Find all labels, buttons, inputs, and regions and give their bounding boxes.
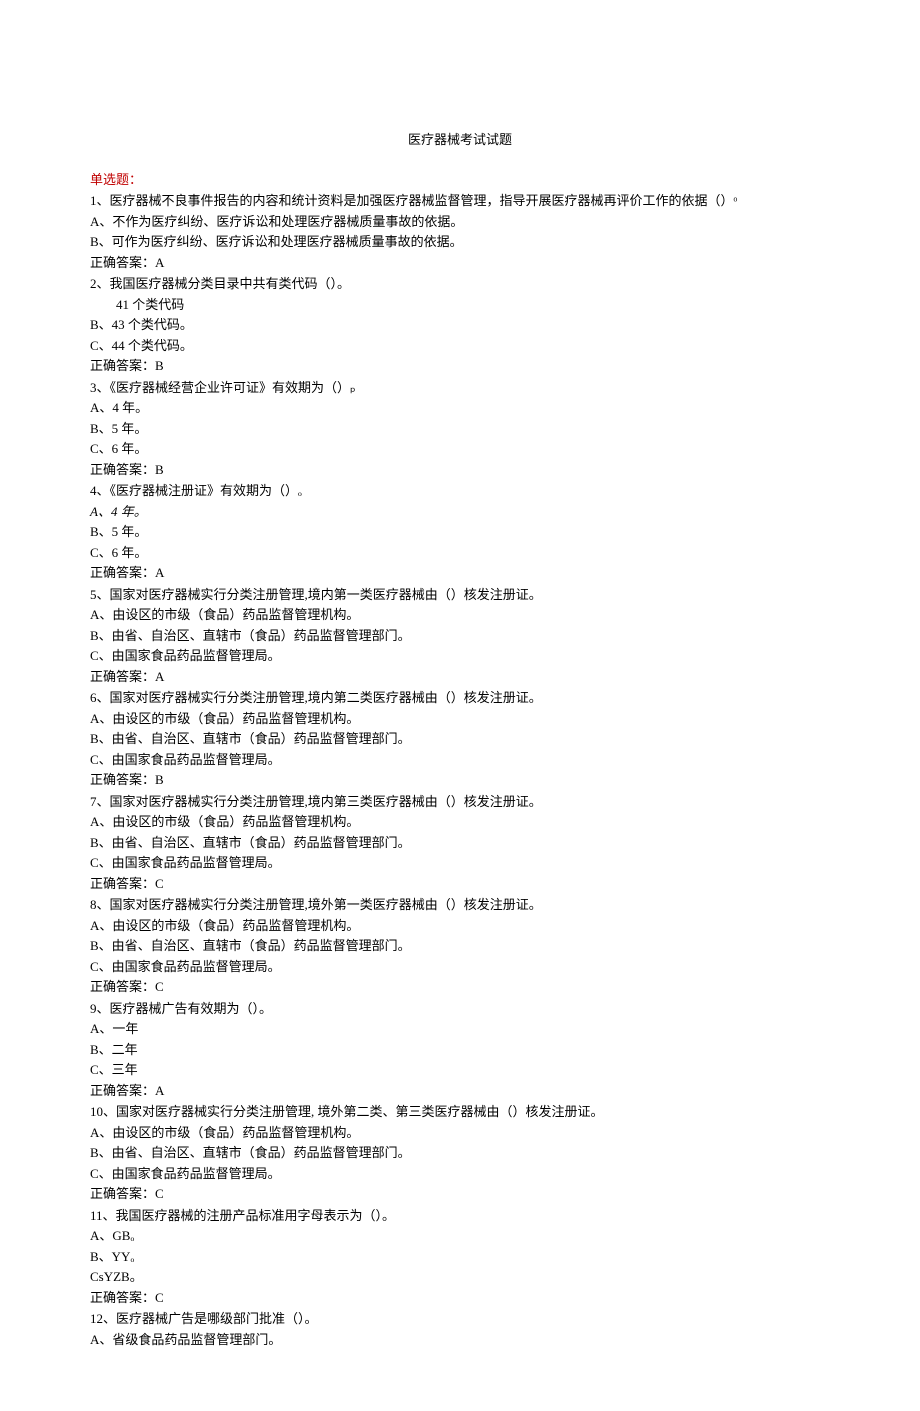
question-block: 5、国家对医疗器械实行分类注册管理,境内第一类医疗器械由（）核发注册证。A、由设… <box>90 585 830 687</box>
option-text: A、4 年。 <box>90 502 830 522</box>
question-text: 7、国家对医疗器械实行分类注册管理,境内第三类医疗器械由（）核发注册证。 <box>90 792 830 812</box>
option-text: B、43 个类代码。 <box>90 315 830 335</box>
answer-text: 正确答案：B <box>90 356 830 376</box>
answer-text: 正确答案：C <box>90 874 830 894</box>
question-block: 9、医疗器械广告有效期为（）。A、一年B、二年C、三年正确答案：A <box>90 999 830 1101</box>
option-text: C、由国家食品药品监督管理局。 <box>90 646 830 666</box>
answer-text: 正确答案：A <box>90 563 830 583</box>
question-text: 1、医疗器械不良事件报告的内容和统计资料是加强医疗器械监督管理，指导开展医疗器械… <box>90 191 830 211</box>
option-text: A、由设区的市级（食品）药品监督管理机构。 <box>90 916 830 936</box>
question-text: 5、国家对医疗器械实行分类注册管理,境内第一类医疗器械由（）核发注册证。 <box>90 585 830 605</box>
answer-text: 正确答案：A <box>90 667 830 687</box>
question-block: 6、国家对医疗器械实行分类注册管理,境内第二类医疗器械由（）核发注册证。A、由设… <box>90 688 830 790</box>
document-title: 医疗器械考试试题 <box>90 130 830 150</box>
option-text: A、由设区的市级（食品）药品监督管理机构。 <box>90 812 830 832</box>
question-text: 8、国家对医疗器械实行分类注册管理,境外第一类医疗器械由（）核发注册证。 <box>90 895 830 915</box>
option-text: B、由省、自治区、直辖市（食品）药品监督管理部门。 <box>90 936 830 956</box>
answer-text: 正确答案：B <box>90 460 830 480</box>
answer-text: 正确答案：A <box>90 1081 830 1101</box>
option-text: A、一年 <box>90 1019 830 1039</box>
option-text: 41 个类代码 <box>90 295 830 315</box>
answer-text: 正确答案：C <box>90 1184 830 1204</box>
option-text: C、由国家食品药品监督管理局。 <box>90 853 830 873</box>
option-text: C、44 个类代码。 <box>90 336 830 356</box>
option-text: A、由设区的市级（食品）药品监督管理机构。 <box>90 605 830 625</box>
option-text: B、5 年。 <box>90 522 830 542</box>
option-text: C、6 年。 <box>90 439 830 459</box>
question-text: 9、医疗器械广告有效期为（）。 <box>90 999 830 1019</box>
answer-text: 正确答案：B <box>90 770 830 790</box>
question-block: 10、国家对医疗器械实行分类注册管理, 境外第二类、第三类医疗器械由（）核发注册… <box>90 1102 830 1204</box>
section-header: 单选题： <box>90 170 830 190</box>
option-text: C、三年 <box>90 1060 830 1080</box>
question-text: 2、我国医疗器械分类目录中共有类代码（）。 <box>90 274 830 294</box>
option-text: B、由省、自治区、直辖市（食品）药品监督管理部门。 <box>90 1143 830 1163</box>
option-text: B、可作为医疗纠纷、医疗诉讼和处理医疗器械质量事故的依据。 <box>90 232 830 252</box>
option-text: A、4 年。 <box>90 398 830 418</box>
question-block: 11、我国医疗器械的注册产品标准用字母表示为（）。A、GBₒB、YYₒCsYZB… <box>90 1206 830 1308</box>
option-text: C、由国家食品药品监督管理局。 <box>90 750 830 770</box>
option-text: C、由国家食品药品监督管理局。 <box>90 1164 830 1184</box>
option-text: CsYZB。 <box>90 1267 830 1287</box>
question-text: 10、国家对医疗器械实行分类注册管理, 境外第二类、第三类医疗器械由（）核发注册… <box>90 1102 830 1122</box>
option-text: A、由设区的市级（食品）药品监督管理机构。 <box>90 1123 830 1143</box>
question-text: 4、《医疗器械注册证》有效期为（）ₒ <box>90 481 830 501</box>
option-text: C、由国家食品药品监督管理局。 <box>90 957 830 977</box>
option-text: B、二年 <box>90 1040 830 1060</box>
option-text: A、省级食品药品监督管理部门。 <box>90 1330 830 1350</box>
option-text: B、YYₒ <box>90 1247 830 1267</box>
question-text: 11、我国医疗器械的注册产品标准用字母表示为（）。 <box>90 1206 830 1226</box>
question-block: 8、国家对医疗器械实行分类注册管理,境外第一类医疗器械由（）核发注册证。A、由设… <box>90 895 830 997</box>
questions-container: 1、医疗器械不良事件报告的内容和统计资料是加强医疗器械监督管理，指导开展医疗器械… <box>90 191 830 1349</box>
option-text: B、由省、自治区、直辖市（食品）药品监督管理部门。 <box>90 626 830 646</box>
answer-text: 正确答案：A <box>90 253 830 273</box>
option-text: A、不作为医疗纠纷、医疗诉讼和处理医疗器械质量事故的依据。 <box>90 212 830 232</box>
question-block: 1、医疗器械不良事件报告的内容和统计资料是加强医疗器械监督管理，指导开展医疗器械… <box>90 191 830 272</box>
answer-text: 正确答案：C <box>90 1288 830 1308</box>
question-block: 7、国家对医疗器械实行分类注册管理,境内第三类医疗器械由（）核发注册证。A、由设… <box>90 792 830 894</box>
answer-text: 正确答案：C <box>90 977 830 997</box>
question-block: 12、医疗器械广告是哪级部门批准（）。A、省级食品药品监督管理部门。 <box>90 1309 830 1349</box>
question-text: 12、医疗器械广告是哪级部门批准（）。 <box>90 1309 830 1329</box>
question-text: 6、国家对医疗器械实行分类注册管理,境内第二类医疗器械由（）核发注册证。 <box>90 688 830 708</box>
option-text: C、6 年。 <box>90 543 830 563</box>
question-block: 2、我国医疗器械分类目录中共有类代码（）。41 个类代码B、43 个类代码。C、… <box>90 274 830 376</box>
option-text: A、由设区的市级（食品）药品监督管理机构。 <box>90 709 830 729</box>
question-text: 3、《医疗器械经营企业许可证》有效期为（）ₚ <box>90 378 830 398</box>
question-block: 4、《医疗器械注册证》有效期为（）ₒA、4 年。B、5 年。C、6 年。正确答案… <box>90 481 830 583</box>
option-text: B、由省、自治区、直辖市（食品）药品监督管理部门。 <box>90 729 830 749</box>
question-block: 3、《医疗器械经营企业许可证》有效期为（）ₚA、4 年。B、5 年。C、6 年。… <box>90 378 830 480</box>
option-text: A、GBₒ <box>90 1226 830 1246</box>
option-text: B、5 年。 <box>90 419 830 439</box>
option-text: B、由省、自治区、直辖市（食品）药品监督管理部门。 <box>90 833 830 853</box>
